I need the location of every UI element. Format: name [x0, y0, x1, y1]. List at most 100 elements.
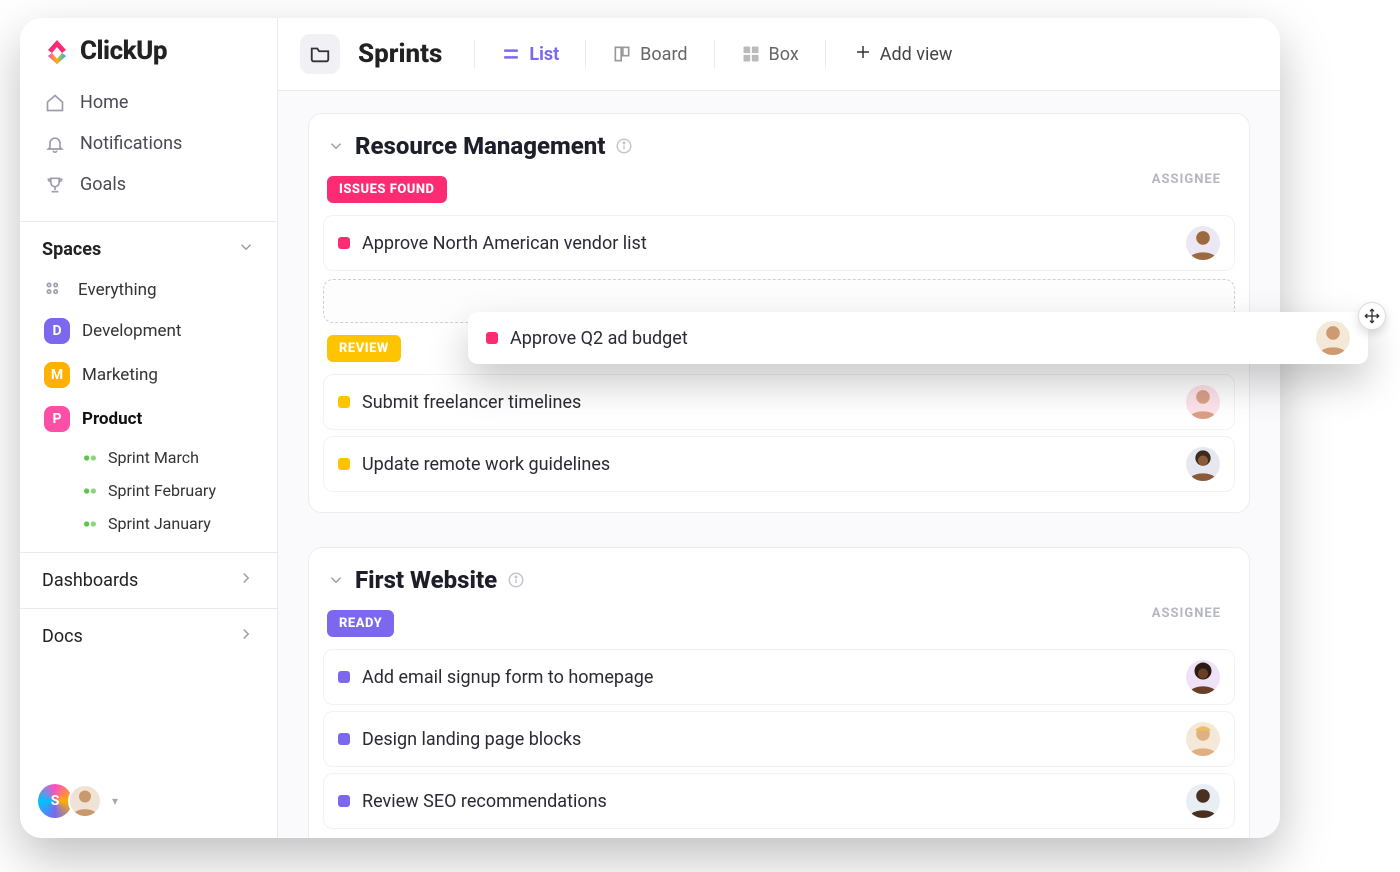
sprint-label: Sprint January [108, 514, 211, 533]
status-dot [338, 458, 350, 470]
group-header[interactable]: First Website [309, 562, 1249, 606]
brand-name: ClickUp [80, 36, 167, 66]
view-tab-board[interactable]: Board [604, 38, 695, 71]
divider [714, 40, 715, 68]
chevron-right-icon [237, 625, 255, 648]
add-view-label: Add view [880, 44, 953, 65]
assignee-column-label: ASSIGNEE [1152, 606, 1221, 621]
nav-goals[interactable]: Goals [30, 164, 267, 205]
nav-home-label: Home [80, 92, 128, 113]
chevron-down-icon[interactable] [327, 571, 345, 589]
nav-dashboards[interactable]: Dashboards [20, 553, 277, 608]
view-tab-label: List [529, 44, 559, 65]
group-title: First Website [355, 566, 497, 594]
status-chip-review[interactable]: REVIEW [327, 335, 401, 362]
assignee-column-label: ASSIGNEE [1152, 172, 1221, 187]
assignee-avatar[interactable] [1186, 447, 1220, 481]
divider [474, 40, 475, 68]
view-tab-label: Board [640, 44, 687, 65]
space-marketing[interactable]: M Marketing [30, 353, 267, 397]
nav-notifications[interactable]: Notifications [30, 123, 267, 164]
status-dot [486, 332, 498, 344]
task-title: Review SEO recommendations [362, 791, 1174, 812]
assignee-avatar[interactable] [1186, 226, 1220, 260]
status-dot [338, 795, 350, 807]
task-row[interactable]: Submit freelancer timelines [323, 374, 1235, 430]
space-development[interactable]: D Development [30, 309, 267, 353]
assignee-avatar[interactable] [1316, 321, 1350, 355]
app-window: ClickUp Home Notifications Goals [20, 18, 1280, 838]
space-badge: M [44, 362, 70, 388]
trophy-icon [44, 175, 66, 195]
assignee-avatar[interactable] [1186, 784, 1220, 818]
sidebar: ClickUp Home Notifications Goals [20, 18, 278, 838]
status-chip-issues[interactable]: ISSUES FOUND [327, 176, 447, 203]
divider [585, 40, 586, 68]
task-row[interactable]: Review SEO recommendations [323, 773, 1235, 829]
space-badge: D [44, 318, 70, 344]
space-everything-label: Everything [78, 280, 157, 300]
status-dot [338, 733, 350, 745]
assignee-avatar[interactable] [1186, 385, 1220, 419]
plus-icon [854, 43, 872, 66]
sprint-label: Sprint March [108, 448, 199, 467]
sprint-label: Sprint February [108, 481, 216, 500]
topbar: Sprints List Board Box [278, 18, 1280, 91]
space-label: Product [82, 409, 142, 429]
sprint-item[interactable]: Sprint March [30, 441, 267, 474]
assignee-avatar[interactable] [1186, 660, 1220, 694]
space-product[interactable]: P Product [30, 397, 267, 441]
clickup-logo-icon [42, 36, 72, 66]
bell-icon [44, 134, 66, 154]
box-icon [741, 44, 761, 64]
workspace-avatar: S [38, 784, 72, 818]
view-tab-box[interactable]: Box [733, 38, 807, 71]
nav-docs-label: Docs [42, 626, 83, 647]
user-avatar [68, 784, 102, 818]
page-title: Sprints [358, 39, 442, 69]
task-title: Submit freelancer timelines [362, 392, 1174, 413]
list-icon [501, 44, 521, 64]
move-cursor-icon[interactable] [1358, 302, 1386, 330]
nav-primary: Home Notifications Goals [20, 78, 277, 221]
assignee-avatar[interactable] [1186, 722, 1220, 756]
task-title: Add email signup form to homepage [362, 667, 1174, 688]
nav-dashboards-label: Dashboards [42, 570, 138, 591]
status-dot [338, 671, 350, 683]
grid-icon [44, 280, 66, 300]
spaces-list: Everything D Development M Marketing P P… [20, 271, 277, 540]
view-tab-list[interactable]: List [493, 38, 567, 71]
task-row[interactable]: Approve North American vendor list [323, 215, 1235, 271]
task-title: Update remote work guidelines [362, 454, 1174, 475]
sprint-icon [82, 516, 98, 532]
space-everything[interactable]: Everything [30, 271, 267, 309]
add-view-button[interactable]: Add view [854, 43, 953, 66]
task-title: Approve Q2 ad budget [510, 328, 1304, 349]
status-dot [338, 237, 350, 249]
spaces-header-label: Spaces [42, 239, 101, 260]
caret-down-icon: ▾ [112, 794, 118, 808]
task-row[interactable]: Add email signup form to homepage [323, 649, 1235, 705]
task-title: Approve North American vendor list [362, 233, 1174, 254]
brand-logo[interactable]: ClickUp [20, 18, 277, 78]
view-tab-label: Box [769, 44, 799, 65]
sprint-item[interactable]: Sprint February [30, 474, 267, 507]
workspace-switcher[interactable]: S ▾ [20, 770, 277, 838]
dragging-task-card[interactable]: Approve Q2 ad budget [468, 312, 1368, 364]
info-icon[interactable] [507, 571, 525, 589]
chevron-down-icon[interactable] [327, 137, 345, 155]
main-area: Sprints List Board Box [278, 18, 1280, 838]
task-row[interactable]: Design landing page blocks [323, 711, 1235, 767]
folder-icon[interactable] [300, 34, 340, 74]
sprint-icon [82, 450, 98, 466]
nav-home[interactable]: Home [30, 82, 267, 123]
sprint-icon [82, 483, 98, 499]
sprint-item[interactable]: Sprint January [30, 507, 267, 540]
task-row[interactable]: Update remote work guidelines [323, 436, 1235, 492]
info-icon[interactable] [615, 137, 633, 155]
group-header[interactable]: Resource Management [309, 128, 1249, 172]
nav-docs[interactable]: Docs [20, 609, 277, 664]
status-dot [338, 396, 350, 408]
status-chip-ready[interactable]: READY [327, 610, 394, 637]
spaces-header[interactable]: Spaces [20, 222, 277, 271]
